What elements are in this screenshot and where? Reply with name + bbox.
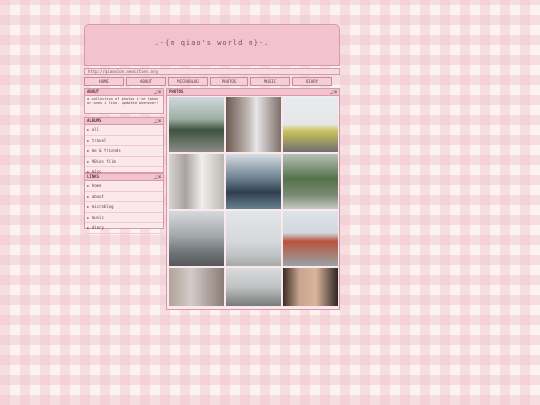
link-label: home xyxy=(91,183,102,188)
about-title: ABOUT _□x xyxy=(85,89,163,96)
photo[interactable] xyxy=(283,211,338,266)
links-panel: LINKS _□x ► home ► about ► microblog ► mu… xyxy=(84,173,164,234)
photo[interactable] xyxy=(226,97,281,152)
album-label: 90ies film xyxy=(91,158,116,164)
albums-title-label: ALBUMS xyxy=(87,118,102,123)
photos-title: PHOTOS _□x xyxy=(167,89,339,96)
nav-microblog[interactable]: MICROBLOG xyxy=(168,77,208,86)
window-controls[interactable]: _□x xyxy=(154,89,161,95)
nav-home[interactable]: HOME xyxy=(84,77,124,86)
nav-diary[interactable]: DIARY xyxy=(292,77,332,86)
album-item[interactable]: ► travel xyxy=(85,136,163,146)
photo[interactable] xyxy=(283,268,338,306)
photo[interactable] xyxy=(169,211,224,266)
links-title: LINKS _□x xyxy=(85,174,163,181)
nav-about[interactable]: ABOUT xyxy=(126,77,166,86)
photo[interactable] xyxy=(169,154,224,209)
photo[interactable] xyxy=(169,268,224,306)
link-label: music xyxy=(91,214,104,220)
page-window: .·{ɞ qiao's world ɞ}·. http://qiaoxion.n… xyxy=(84,24,340,310)
album-item[interactable]: ► 90ies film xyxy=(85,157,163,167)
nav-music[interactable]: MUSIC xyxy=(250,77,290,86)
link-label: about xyxy=(91,193,104,199)
photos-title-label: PHOTOS xyxy=(169,89,184,94)
photo[interactable] xyxy=(169,97,224,152)
photo[interactable] xyxy=(226,268,281,306)
links-title-label: LINKS xyxy=(87,174,100,179)
url-bar[interactable]: http://qiaoxion.neocities.org xyxy=(84,68,340,75)
window-controls[interactable]: _□x xyxy=(154,174,161,180)
link-item[interactable]: ► music xyxy=(85,213,163,223)
nav-bar: HOME ABOUT MICROBLOG PHOTOS MUSIC DIARY xyxy=(84,77,340,87)
link-item[interactable]: ► home xyxy=(85,181,163,192)
photos-panel: PHOTOS _□x xyxy=(166,88,340,310)
link-item[interactable]: ► about xyxy=(85,192,163,202)
photo[interactable] xyxy=(226,154,281,209)
album-label: me & friends xyxy=(91,148,121,153)
album-label: travel xyxy=(91,137,107,143)
about-text: a collection of photos i've taken or one… xyxy=(87,97,159,106)
link-item[interactable]: ► microblog xyxy=(85,202,163,213)
photo[interactable] xyxy=(283,97,338,152)
link-label: microblog xyxy=(91,204,114,209)
albums-panel: ALBUMS _□x ► all ► travel ► me & friends … xyxy=(84,117,164,178)
album-item[interactable]: ► all xyxy=(85,125,163,136)
about-panel: ABOUT _□x a collection of photos i've tak… xyxy=(84,88,164,114)
album-item[interactable]: ► me & friends xyxy=(85,146,163,157)
site-title: .·{ɞ qiao's world ɞ}·. xyxy=(154,39,270,47)
about-title-label: ABOUT xyxy=(87,89,100,94)
nav-photos[interactable]: PHOTOS xyxy=(210,77,248,86)
link-label: diary xyxy=(91,225,104,230)
link-item[interactable]: ► diary xyxy=(85,223,163,234)
photo[interactable] xyxy=(226,211,281,266)
site-header: .·{ɞ qiao's world ɞ}·. xyxy=(84,24,340,66)
albums-title: ALBUMS _□x xyxy=(85,118,163,125)
window-controls[interactable]: _□x xyxy=(330,89,337,95)
album-label: all xyxy=(91,127,100,132)
window-controls[interactable]: _□x xyxy=(154,118,161,124)
photo[interactable] xyxy=(283,154,338,209)
